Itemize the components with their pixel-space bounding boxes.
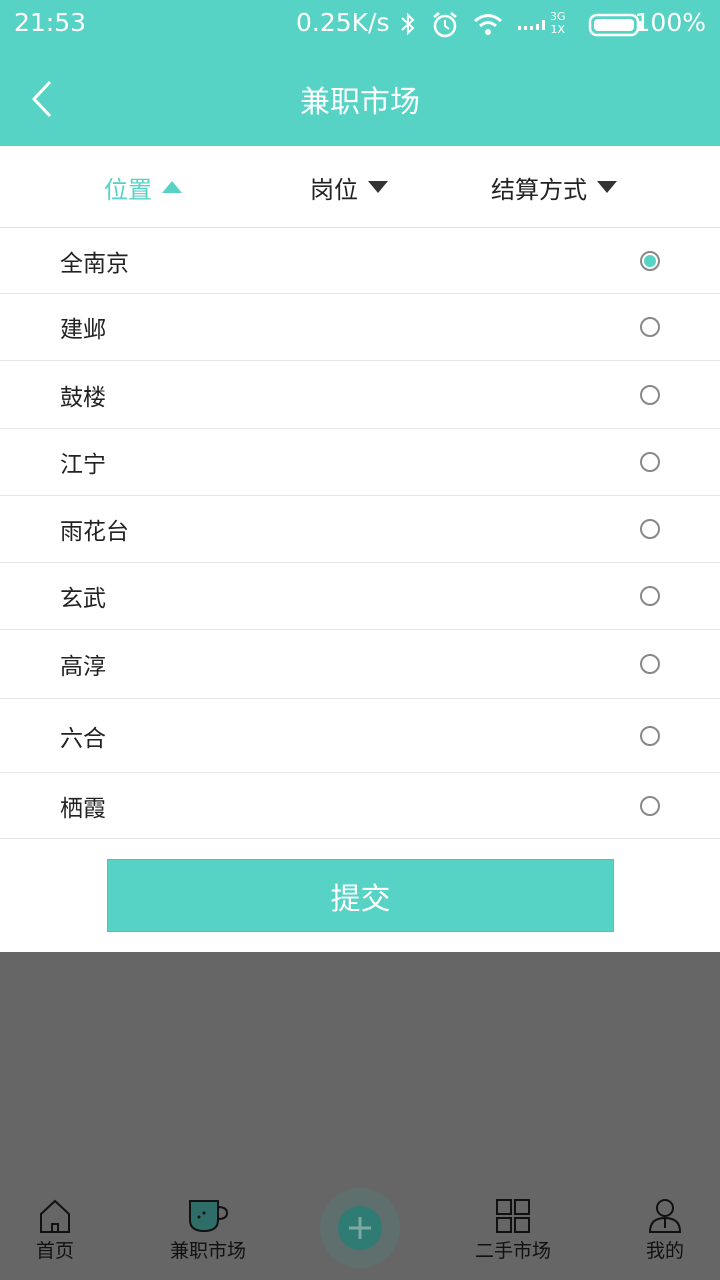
cup-icon bbox=[189, 1200, 229, 1233]
option-row-gaochun[interactable]: 高淳 bbox=[0, 630, 720, 699]
nav-label: 二手市场 bbox=[474, 1240, 551, 1262]
option-label: 雨花台 bbox=[60, 519, 129, 545]
option-label: 江宁 bbox=[60, 452, 106, 478]
battery-percent: 100% bbox=[634, 8, 706, 37]
option-row-gulou[interactable]: 鼓楼 bbox=[0, 361, 720, 429]
triangle-down-icon bbox=[368, 181, 388, 193]
add-button-inner bbox=[338, 1206, 382, 1250]
radio-icon[interactable] bbox=[640, 519, 660, 539]
plus-icon bbox=[349, 1217, 371, 1239]
radio-icon[interactable] bbox=[640, 317, 660, 337]
network-type-bottom: 1X bbox=[550, 23, 566, 36]
signal-icon bbox=[518, 20, 545, 30]
submit-area: 提交 bbox=[0, 839, 720, 952]
location-options-list: 全南京 建邺 鼓楼 江宁 雨花台 玄武 高淳 六合 栖霞 bbox=[0, 228, 720, 839]
app-header: 21:53 0.25K/s 3G 1X 100% 兼职市场 bbox=[0, 0, 720, 146]
option-label: 高淳 bbox=[60, 654, 106, 680]
nav-label: 兼职市场 bbox=[169, 1240, 246, 1262]
nav-second-hand-market[interactable]: 二手市场 bbox=[470, 1188, 556, 1280]
radio-icon[interactable] bbox=[640, 586, 660, 606]
option-row-xuanwu[interactable]: 玄武 bbox=[0, 563, 720, 630]
wifi-icon bbox=[474, 14, 502, 35]
network-type: 3G 1X bbox=[550, 10, 566, 36]
option-row-luhe[interactable]: 六合 bbox=[0, 699, 720, 773]
option-label: 鼓楼 bbox=[60, 384, 106, 411]
radio-icon[interactable] bbox=[640, 725, 660, 746]
navigation-bar: 兼职市场 bbox=[0, 52, 720, 146]
filter-settlement-label: 结算方式 bbox=[491, 175, 587, 204]
filter-position[interactable]: 岗位 bbox=[310, 146, 388, 228]
user-icon bbox=[648, 1199, 682, 1233]
triangle-up-icon bbox=[162, 181, 182, 193]
network-type-top: 3G bbox=[550, 10, 566, 23]
network-speed: 0.25K/s bbox=[296, 8, 390, 37]
submit-button[interactable]: 提交 bbox=[107, 859, 614, 932]
option-row-yuhuatai[interactable]: 雨花台 bbox=[0, 496, 720, 563]
triangle-down-icon bbox=[597, 181, 617, 193]
radio-icon[interactable] bbox=[640, 654, 660, 674]
filter-position-label: 岗位 bbox=[310, 175, 358, 204]
filter-location-label: 位置 bbox=[104, 175, 152, 204]
status-time: 21:53 bbox=[14, 8, 87, 37]
bottom-navigation: 首页 兼职市场 二手市场 我的 bbox=[0, 1188, 720, 1280]
nav-label: 我的 bbox=[645, 1240, 684, 1262]
radio-checked-icon[interactable] bbox=[640, 250, 660, 271]
option-row-jiangning[interactable]: 江宁 bbox=[0, 429, 720, 496]
nav-label: 首页 bbox=[35, 1240, 74, 1262]
option-row-all-nanjing[interactable]: 全南京 bbox=[0, 228, 720, 294]
add-button[interactable] bbox=[320, 1188, 400, 1268]
option-row-jianye[interactable]: 建邺 bbox=[0, 294, 720, 361]
alarm-icon bbox=[433, 12, 457, 38]
nav-mine[interactable]: 我的 bbox=[642, 1188, 688, 1280]
radio-icon[interactable] bbox=[640, 452, 660, 472]
option-label: 建邺 bbox=[60, 317, 106, 343]
home-icon bbox=[40, 1199, 70, 1233]
nav-home[interactable]: 首页 bbox=[30, 1188, 80, 1280]
filter-bar: 位置 岗位 结算方式 bbox=[0, 146, 720, 228]
chevron-left-icon bbox=[31, 80, 52, 118]
radio-icon[interactable] bbox=[640, 384, 660, 405]
radio-icon[interactable] bbox=[640, 795, 660, 816]
option-label: 全南京 bbox=[60, 250, 129, 277]
grid-icon bbox=[496, 1199, 530, 1233]
back-button[interactable] bbox=[20, 72, 64, 126]
filter-settlement[interactable]: 结算方式 bbox=[491, 146, 617, 228]
status-bar: 21:53 0.25K/s 3G 1X 100% bbox=[0, 0, 720, 50]
option-row-qixia[interactable]: 栖霞 bbox=[0, 773, 720, 839]
bluetooth-icon bbox=[401, 12, 415, 36]
filter-location[interactable]: 位置 bbox=[104, 146, 182, 228]
option-label: 玄武 bbox=[60, 586, 106, 612]
page-title: 兼职市场 bbox=[300, 85, 420, 120]
nav-part-time-market[interactable]: 兼职市场 bbox=[165, 1188, 251, 1280]
option-label: 栖霞 bbox=[60, 795, 106, 822]
option-label: 六合 bbox=[60, 725, 106, 752]
